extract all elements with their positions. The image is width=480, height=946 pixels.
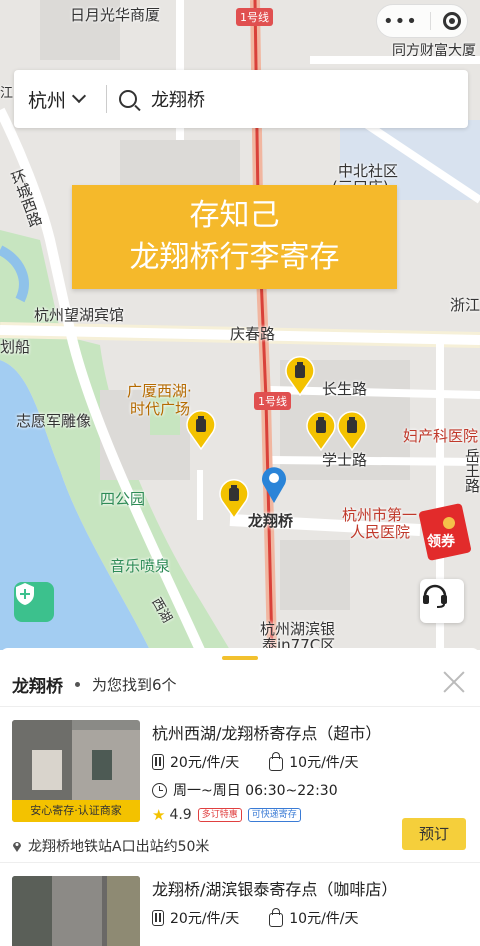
- store-photo: [12, 876, 140, 946]
- luggage-icon: [152, 910, 164, 926]
- luggage-icon: [152, 754, 164, 770]
- verified-badge: 安心寄存·认证商家: [12, 800, 140, 822]
- city-label: 杭州: [28, 89, 67, 112]
- map-label: 时代广场: [130, 400, 191, 418]
- store-photo: 安心寄存·认证商家: [12, 720, 140, 822]
- map-label: 妇产科医院: [403, 427, 479, 445]
- address-row: 龙翔桥地铁站A口出站约50米: [12, 836, 209, 856]
- map-label: 四公园: [100, 490, 146, 508]
- search-icon: [119, 90, 137, 108]
- divider: [429, 12, 431, 30]
- storage-pin[interactable]: [336, 411, 368, 451]
- clock-icon: [152, 782, 167, 798]
- close-icon[interactable]: [442, 670, 466, 694]
- storage-pin[interactable]: [218, 479, 250, 519]
- divider: [106, 85, 107, 113]
- results-header: 龙翔桥 为您找到6个: [12, 670, 468, 698]
- price-row: 20元/件/天 10元/件/天: [152, 907, 389, 928]
- location-icon: [13, 842, 21, 852]
- map-label: 划船: [0, 338, 31, 356]
- map-label: 庆春路: [230, 325, 276, 343]
- results-count: 为您找到6个: [92, 675, 177, 694]
- coupon-button[interactable]: 领券: [419, 503, 477, 561]
- storage-pin[interactable]: [185, 410, 217, 450]
- map-label: 音乐喷泉: [110, 557, 171, 575]
- store-name[interactable]: 龙翔桥/湖滨银泰寄存点（咖啡店）: [152, 876, 397, 900]
- miniprogram-capsule[interactable]: •••: [376, 4, 468, 38]
- price-small: 10元/件/天: [289, 911, 359, 927]
- close-miniprogram-icon[interactable]: [442, 12, 461, 30]
- price-small: 10元/件/天: [289, 755, 359, 771]
- map-label: 江: [0, 86, 14, 101]
- rating-row: ★ 4.9 多订特惠 可快递寄存: [152, 806, 301, 824]
- store-address: 龙翔桥地铁站A口出站约50米: [28, 839, 210, 855]
- results-title: 龙翔桥: [12, 676, 63, 697]
- map-label: 人民医院: [350, 523, 411, 541]
- map-label: 志愿军雕像: [16, 412, 92, 430]
- banner-title: 存知己: [189, 198, 280, 233]
- results-panel[interactable]: 龙翔桥 为您找到6个 安心寄存·认证商家 杭州西湖/龙翔桥寄存点（超市） 20元…: [0, 648, 480, 946]
- promo-tag: 多订特惠: [197, 808, 242, 822]
- rating-value: 4.9: [169, 807, 192, 823]
- star-icon: ★: [152, 806, 166, 824]
- bag-icon: [269, 751, 284, 771]
- storage-pin[interactable]: [305, 411, 337, 451]
- map-label: 长生路: [322, 380, 368, 398]
- storage-pin[interactable]: [284, 356, 316, 396]
- search-input[interactable]: 龙翔桥: [151, 86, 205, 112]
- map-label: 学士路: [322, 451, 368, 469]
- map-label: 日月光华商厦: [70, 6, 161, 24]
- map-label: 浙江: [450, 296, 480, 314]
- map-label: 龙翔桥: [248, 512, 294, 530]
- search-bar[interactable]: 杭州 龙翔桥: [14, 70, 468, 128]
- result-card[interactable]: 安心寄存·认证商家 杭州西湖/龙翔桥寄存点（超市） 20元/件/天 10元/件/…: [0, 706, 480, 862]
- more-icon[interactable]: •••: [383, 11, 418, 32]
- result-card[interactable]: 龙翔桥/湖滨银泰寄存点（咖啡店） 20元/件/天 10元/件/天: [0, 862, 480, 946]
- store-name[interactable]: 杭州西湖/龙翔桥寄存点（超市）: [152, 720, 381, 744]
- service-tag: 可快递寄存: [247, 808, 301, 822]
- map-label: 杭州望湖宾馆: [34, 306, 125, 324]
- bullet: [75, 681, 80, 687]
- opening-hours: 周一~周日 06:30~22:30: [173, 783, 338, 799]
- city-selector[interactable]: 杭州: [14, 86, 106, 113]
- price-row: 20元/件/天 10元/件/天: [152, 751, 389, 772]
- location-pin-icon[interactable]: [258, 464, 290, 504]
- headset-icon[interactable]: [420, 579, 464, 623]
- price-large: 20元/件/天: [170, 755, 240, 771]
- drag-handle[interactable]: [222, 656, 258, 660]
- promo-banner[interactable]: 存知己 龙翔桥行李寄存: [72, 185, 397, 289]
- map-view[interactable]: 日月光华商厦 1号线 同方财富大厦 中北社区 (三口店) 环城西路 杭州望湖宾馆…: [0, 0, 480, 650]
- map-label: 同方财富大厦: [392, 43, 476, 59]
- hours-row: 周一~周日 06:30~22:30: [152, 780, 338, 800]
- price-large: 20元/件/天: [170, 911, 240, 927]
- bag-icon: [269, 907, 284, 927]
- book-button[interactable]: 预订: [402, 818, 466, 850]
- map-label: 岳王路: [463, 448, 480, 493]
- metro-line-label: 1号线: [236, 8, 273, 26]
- shield-icon[interactable]: [14, 582, 54, 622]
- banner-subtitle: 龙翔桥行李寄存: [129, 240, 340, 275]
- chevron-down-icon: [71, 88, 87, 104]
- coupon-label: 领券: [427, 534, 455, 550]
